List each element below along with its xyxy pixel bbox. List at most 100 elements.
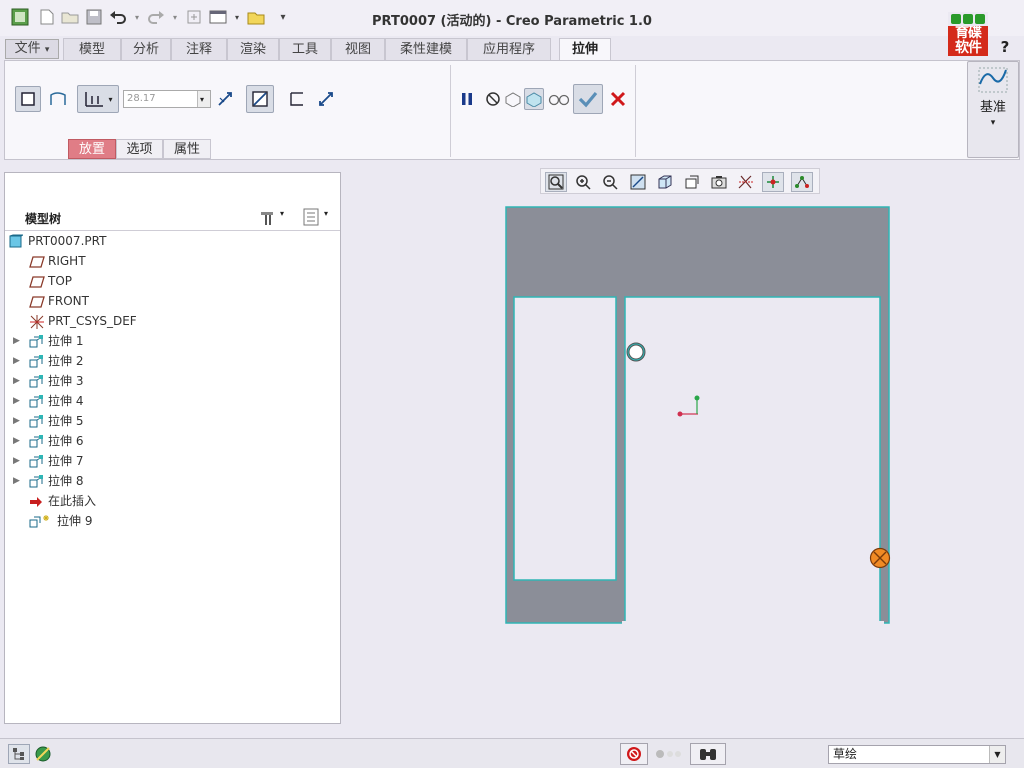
part-icon — [9, 234, 25, 248]
datum-label: 基准 — [979, 100, 1006, 115]
tab-file-label: 文件 — [14, 41, 41, 56]
verify-mode-icon[interactable] — [547, 88, 571, 110]
tree-item[interactable]: FRONT — [5, 291, 340, 311]
cut-pocket-left[interactable] — [513, 296, 617, 581]
no-preview-icon[interactable] — [483, 88, 503, 110]
tree-item[interactable]: TOP — [5, 271, 340, 291]
tab-flexible-modeling[interactable]: 柔性建模 — [385, 38, 467, 60]
tree-item[interactable]: 拉伸 9 — [5, 511, 340, 531]
redo-dropdown-icon[interactable]: ▾ — [170, 8, 180, 26]
tab-extrude[interactable]: 拉伸 — [559, 38, 611, 62]
windows-dropdown-icon[interactable]: ▾ — [232, 8, 242, 26]
apply-checkmark-icon[interactable] — [573, 84, 603, 114]
remove-material-icon[interactable] — [246, 85, 274, 113]
tree-item[interactable]: ▶ 拉伸 8 — [5, 471, 340, 491]
expand-arrow-icon[interactable]: ▶ — [13, 451, 20, 471]
tree-item[interactable]: ▶ 拉伸 1 — [5, 331, 340, 351]
redo-icon[interactable] — [146, 8, 166, 26]
geometry-preview-icon[interactable] — [503, 88, 523, 110]
model-tree-toggle-icon[interactable] — [8, 744, 30, 764]
sketch-display-icon[interactable] — [791, 172, 813, 192]
display-style-icon[interactable] — [654, 172, 676, 192]
open-icon[interactable] — [60, 8, 80, 26]
datum-plane-icon — [29, 254, 45, 268]
surface-extrude-icon[interactable] — [45, 86, 71, 112]
zoom-out-icon[interactable] — [599, 172, 621, 192]
tree-item[interactable]: ▶ 拉伸 5 — [5, 411, 340, 431]
refit-icon[interactable] — [545, 172, 567, 192]
flip-material-side-icon[interactable] — [314, 87, 338, 111]
find-binoculars-icon[interactable] — [690, 743, 726, 765]
datum-plane-icon — [29, 294, 45, 308]
repaint-icon[interactable] — [627, 172, 649, 192]
expand-arrow-icon[interactable]: ▶ — [13, 431, 20, 451]
tree-item[interactable]: ▶ 拉伸 7 — [5, 451, 340, 471]
tree-item[interactable]: ▶ 拉伸 4 — [5, 391, 340, 411]
tree-item[interactable]: RIGHT — [5, 251, 340, 271]
tab-annotate[interactable]: 注释 — [171, 38, 227, 60]
tree-item[interactable]: PRT0007.PRT — [5, 231, 340, 251]
tree-item[interactable]: 在此插入 — [5, 491, 340, 511]
expand-arrow-icon[interactable]: ▶ — [13, 351, 20, 371]
app-icon[interactable] — [10, 8, 30, 26]
spin-center-icon[interactable] — [762, 172, 784, 192]
windows-icon[interactable] — [208, 8, 228, 26]
flip-direction-icon[interactable] — [213, 87, 237, 111]
tab-render[interactable]: 渲染 — [227, 38, 279, 60]
settings-icon[interactable]: ▾ — [258, 208, 288, 226]
datum-display-icon[interactable] — [735, 172, 757, 192]
datum-group-button[interactable]: 基准 ▾ — [967, 61, 1019, 158]
customize-icon[interactable]: ▾ — [276, 8, 290, 26]
depth-option-dropdown-icon[interactable]: ▾ — [108, 95, 112, 104]
depth-value-dropdown[interactable]: ▾ — [197, 91, 210, 107]
save-icon[interactable] — [84, 8, 104, 26]
chevron-down-icon[interactable]: ▼ — [989, 746, 1005, 763]
expand-arrow-icon[interactable]: ▶ — [13, 371, 20, 391]
tree-item[interactable]: ▶ 拉伸 6 — [5, 431, 340, 451]
status-bar: 草绘 ▼ — [0, 738, 1024, 768]
cut-pocket-right[interactable] — [624, 296, 881, 625]
expand-arrow-icon[interactable]: ▶ — [13, 391, 20, 411]
model-tree-header: 模型树 ▾ ▾ — [5, 203, 340, 231]
thicken-sketch-icon[interactable] — [285, 87, 309, 111]
depth-blind-icon[interactable]: ▾ — [77, 85, 119, 113]
tab-analysis[interactable]: 分析 — [121, 38, 171, 60]
cancel-x-icon[interactable] — [606, 87, 630, 111]
subtab-placement[interactable]: 放置 — [68, 139, 116, 159]
undo-icon[interactable] — [108, 8, 128, 26]
tree-item-label: 拉伸 4 — [48, 394, 84, 408]
saved-orientations-icon[interactable] — [681, 172, 703, 192]
tab-view[interactable]: 视图 — [331, 38, 385, 60]
ribbon-separator — [635, 65, 636, 157]
tree-item[interactable]: ▶ 拉伸 3 — [5, 371, 340, 391]
browser-toggle-icon[interactable] — [32, 744, 54, 764]
zoom-in-icon[interactable] — [572, 172, 594, 192]
view-manager-icon[interactable] — [708, 172, 730, 192]
tab-applications[interactable]: 应用程序 — [467, 38, 551, 60]
expand-arrow-icon[interactable]: ▶ — [13, 331, 20, 351]
pause-icon[interactable] — [457, 88, 477, 110]
undo-dropdown-icon[interactable]: ▾ — [132, 8, 142, 26]
expand-arrow-icon[interactable]: ▶ — [13, 411, 20, 431]
tab-model[interactable]: 模型 — [63, 38, 121, 60]
tab-tools[interactable]: 工具 — [279, 38, 331, 60]
stop-regeneration-icon[interactable] — [620, 743, 648, 765]
subtab-properties[interactable]: 属性 — [163, 139, 211, 159]
tree-item[interactable]: ▶ 拉伸 2 — [5, 351, 340, 371]
new-icon[interactable] — [38, 8, 56, 26]
chevron-down-icon: ▾ — [200, 95, 205, 104]
close-window-icon[interactable] — [246, 8, 266, 26]
selection-filter-select[interactable]: 草绘 ▼ — [828, 745, 1006, 764]
depth-drag-handle-icon[interactable] — [869, 547, 891, 569]
tree-item[interactable]: PRT_CSYS_DEF — [5, 311, 340, 331]
tab-file[interactable]: 文件 ▾ — [5, 39, 59, 59]
regenerate-icon[interactable] — [184, 8, 204, 26]
feature-preview-icon[interactable] — [524, 88, 544, 110]
expand-arrow-icon[interactable]: ▶ — [13, 471, 20, 491]
sketch-point-handle[interactable] — [626, 342, 646, 362]
tree-item-label: PRT0007.PRT — [28, 234, 107, 248]
subtab-options[interactable]: 选项 — [116, 139, 163, 159]
tree-item-label: TOP — [48, 274, 73, 288]
show-icon[interactable]: ▾ — [302, 208, 334, 226]
solid-extrude-icon[interactable] — [15, 86, 41, 112]
